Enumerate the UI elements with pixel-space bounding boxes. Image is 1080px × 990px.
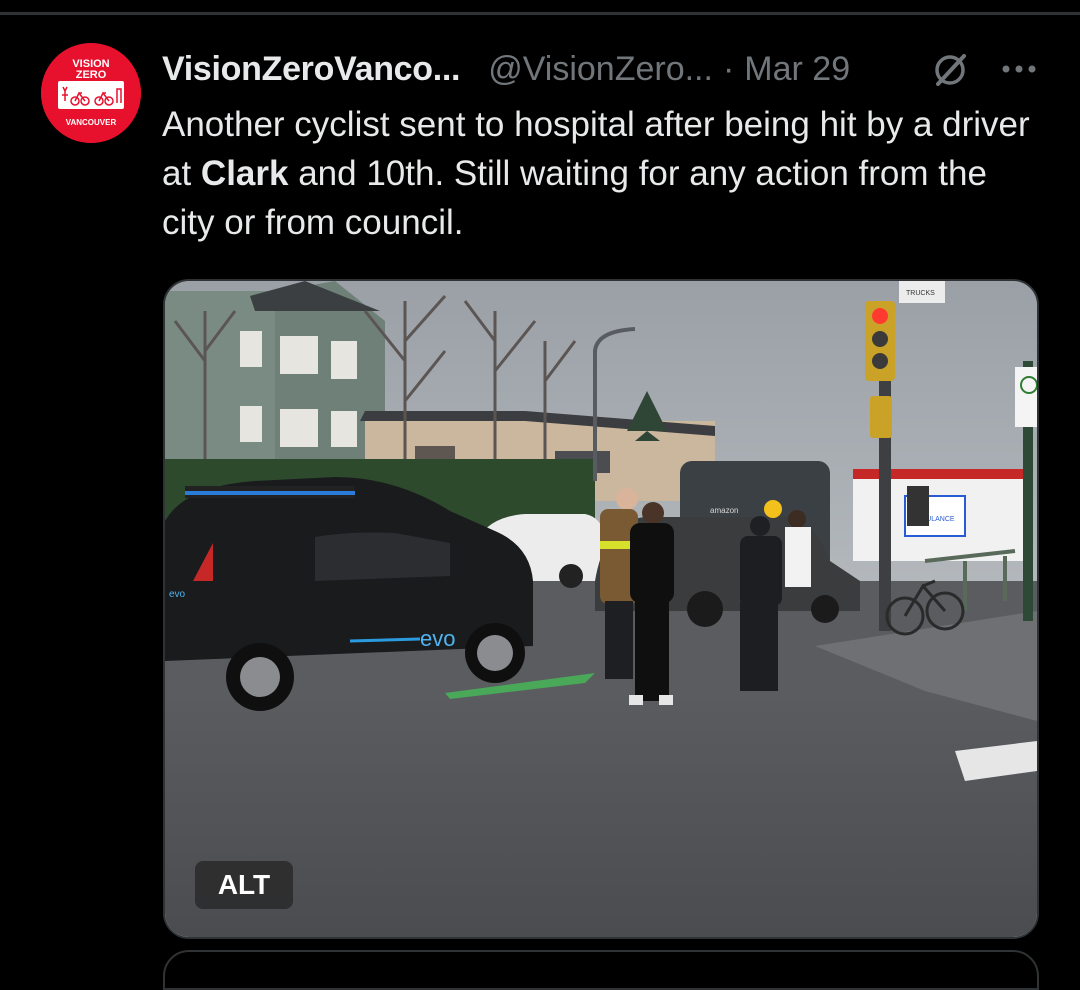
street-scene-photo: amazon AMBULANCE TRUCKS evo evo [165,281,1037,937]
alt-text-badge[interactable]: ALT [195,861,293,909]
tweet-date[interactable]: Mar 29 [744,44,850,94]
next-card-edge [163,950,1039,990]
tweet-header: VisionZeroVanco... @VisionZero... · Mar … [162,44,850,94]
trucks-sign: TRUCKS [906,290,935,297]
logo-text-bottom: VANCOUVER [66,118,117,127]
more-icon[interactable] [999,56,1039,82]
tweet-photo[interactable]: amazon AMBULANCE TRUCKS evo evo ALT [163,279,1039,939]
display-name[interactable]: VisionZeroVanco... [162,44,460,94]
tweet-text-bold: Clark [200,154,289,193]
avatar[interactable]: VISION ZERO VANCOUVER [41,43,141,143]
van-label: amazon [710,506,738,515]
top-divider [0,12,1080,15]
vision-zero-logo: VISION ZERO VANCOUVER [41,43,141,143]
user-handle[interactable]: @VisionZero... [488,44,713,94]
tweet-text: Another cyclist sent to hospital after b… [162,100,1042,247]
car-brand-rear: evo [169,589,186,600]
grok-icon[interactable] [930,50,970,90]
separator-dot: · [722,50,735,88]
logo-text-mid: ZERO [76,69,107,81]
car-brand: evo [420,626,455,651]
